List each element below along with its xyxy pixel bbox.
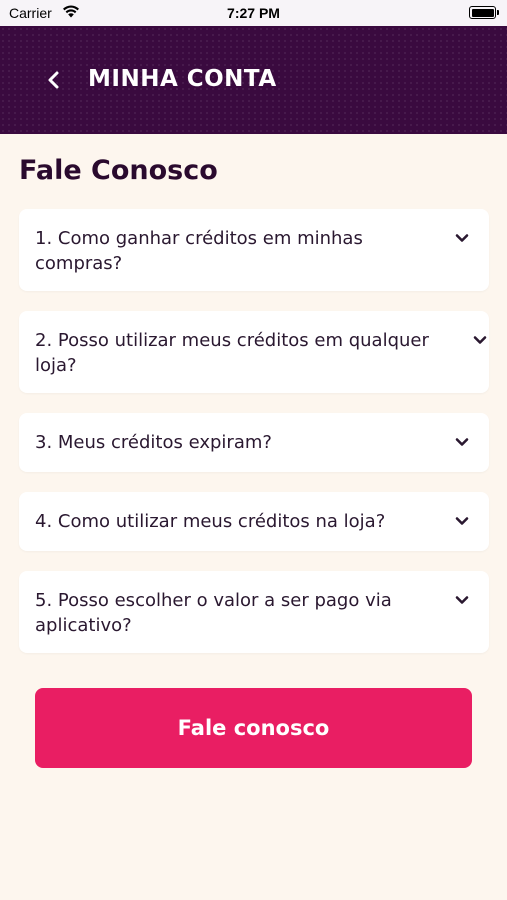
faq-question: 2. Posso utilizar meus créditos em qualq… (35, 330, 429, 376)
app-header: MINHA CONTA (0, 26, 507, 134)
chevron-down-icon (455, 438, 469, 446)
faq-question: 1. Como ganhar créditos em minhas compra… (35, 228, 363, 274)
chevron-down-icon (473, 336, 487, 344)
clock-time: 7:27 PM (227, 5, 280, 21)
faq-item-3[interactable]: 3. Meus créditos expiram? (19, 413, 489, 472)
contact-us-button[interactable]: Fale conosco (35, 688, 472, 768)
header-title: MINHA CONTA (88, 66, 277, 92)
faq-item-2[interactable]: 2. Posso utilizar meus créditos em qualq… (19, 311, 489, 393)
chevron-down-icon (455, 234, 469, 242)
faq-item-4[interactable]: 4. Como utilizar meus créditos na loja? (19, 492, 489, 551)
battery-icon (469, 6, 499, 19)
faq-question: 4. Como utilizar meus créditos na loja? (35, 511, 386, 532)
chevron-left-icon[interactable] (44, 68, 64, 92)
faq-question: 5. Posso escolher o valor a ser pago via… (35, 590, 392, 636)
faq-question: 3. Meus créditos expiram? (35, 432, 272, 453)
chevron-down-icon (455, 517, 469, 525)
status-bar: Carrier 7:27 PM (0, 0, 507, 26)
faq-item-5[interactable]: 5. Posso escolher o valor a ser pago via… (19, 571, 489, 653)
faq-item-1[interactable]: 1. Como ganhar créditos em minhas compra… (19, 209, 489, 291)
page-title: Fale Conosco (19, 155, 218, 186)
chevron-down-icon (455, 596, 469, 604)
